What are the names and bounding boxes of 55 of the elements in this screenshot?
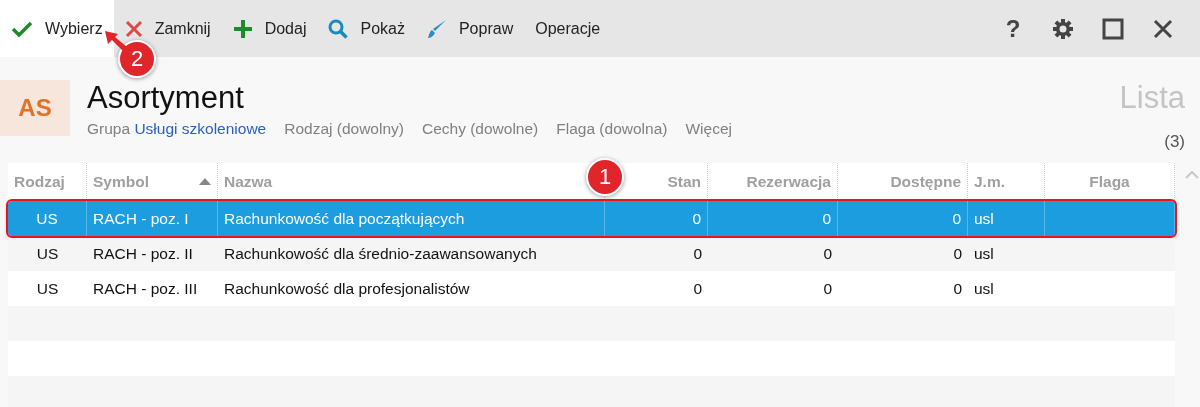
table-cell: US xyxy=(36,209,58,228)
help-button[interactable]: ? xyxy=(988,0,1038,57)
column-header[interactable]: Stan xyxy=(667,172,701,191)
maximize-icon xyxy=(1102,17,1124,40)
toolbar-button[interactable]: Dodaj xyxy=(221,0,318,57)
plus-icon xyxy=(232,18,253,39)
menu-button[interactable]: Operacje xyxy=(524,0,612,57)
table-cell: RACH - poz. I xyxy=(93,209,189,228)
column-header[interactable]: Dostępne xyxy=(890,172,961,191)
table-cell: RACH - poz. III xyxy=(93,279,198,298)
brush-icon xyxy=(426,18,447,39)
toolbar-button[interactable]: Pokaż xyxy=(317,0,416,57)
table-cell: Rachunkowość dla profesjonalistów xyxy=(224,279,470,298)
table-cell: usl xyxy=(974,209,994,228)
column-header[interactable]: Flaga xyxy=(1089,172,1130,191)
page-title: Asortyment xyxy=(87,80,244,116)
filter-link[interactable]: Rodzaj (dowolny) xyxy=(284,120,404,138)
settings-icon xyxy=(1052,17,1074,40)
table-row[interactable]: US RACH - poz. III Rachunkowość dla profesjonalistów 0 0 0 usl xyxy=(8,271,1175,306)
sort-ascending-icon xyxy=(199,178,211,185)
table-cell: US xyxy=(36,279,59,298)
table-cell: US xyxy=(36,244,59,263)
column-header[interactable]: Rezerwacja xyxy=(746,172,831,191)
toolbar-button[interactable]: Wybierz xyxy=(0,0,114,57)
column-header[interactable]: Nazwa xyxy=(224,172,273,191)
table-cell: 0 xyxy=(823,244,832,263)
table-cell: 0 xyxy=(822,209,831,228)
table-cell: 0 xyxy=(692,209,701,228)
table-cell: RACH - poz. II xyxy=(93,244,193,263)
filter-link[interactable]: Cechy (dowolne) xyxy=(421,120,539,138)
check-icon xyxy=(11,19,33,38)
column-header[interactable]: Symbol xyxy=(93,172,149,191)
table-cell: usl xyxy=(974,244,994,263)
table-cell: Rachunkowość dla początkujących xyxy=(224,209,465,228)
table-cell: 0 xyxy=(953,244,962,263)
table-row[interactable]: US RACH - poz. I Rachunkowość dla początkujących 0 0 0 usl xyxy=(8,201,1175,236)
table-cell: Rachunkowość dla średnio-zaawansowanych xyxy=(224,244,537,263)
table-cell: 0 xyxy=(952,209,961,228)
table-cell: 0 xyxy=(823,279,832,298)
filter-link[interactable]: Flaga (dowolna) xyxy=(556,120,668,138)
table-cell: 0 xyxy=(693,244,702,263)
annotation-arrow xyxy=(105,31,127,51)
record-count: (3) xyxy=(1164,132,1185,152)
table-cell: 0 xyxy=(953,279,962,298)
filter-link[interactable]: Więcej xyxy=(685,120,732,138)
close-icon xyxy=(1153,18,1173,39)
table-cell: usl xyxy=(974,279,994,298)
toolbar-button[interactable]: Popraw xyxy=(415,0,525,57)
table-cell: 0 xyxy=(693,279,702,298)
column-header[interactable]: J.m. xyxy=(974,172,1005,191)
filter-link[interactable]: Grupa Usługi szkoleniowe xyxy=(87,120,267,138)
module-badge: AS xyxy=(0,80,70,136)
column-header[interactable]: Rodzaj xyxy=(14,172,65,191)
search-icon xyxy=(328,18,349,39)
close-icon xyxy=(124,19,143,38)
